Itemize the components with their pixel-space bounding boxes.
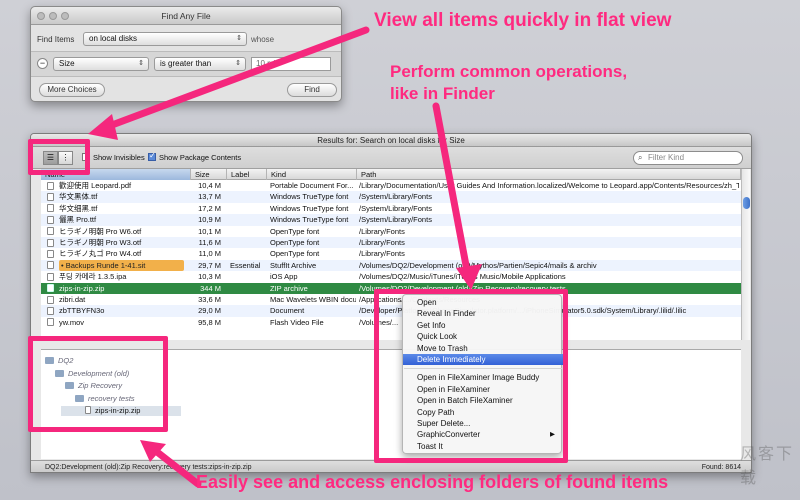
arrowhead-context-menu [456, 264, 482, 290]
common-ops-annotation-line1: Perform common operations, [390, 62, 628, 81]
arrowhead-flat-view [88, 114, 118, 140]
arrowheads [88, 114, 482, 462]
arrow-to-enclosing-folders [148, 444, 202, 488]
enclosing-annotation: Easily see and access enclosing folders … [196, 472, 669, 492]
common-ops-annotation-line2: like in Finder [390, 84, 495, 103]
arrow-to-context-menu [432, 102, 472, 280]
arrow-to-flat-view [100, 26, 370, 132]
flat-view-annotation: View all items quickly in flat view [374, 10, 672, 31]
watermark: 风客下载 [740, 444, 795, 487]
